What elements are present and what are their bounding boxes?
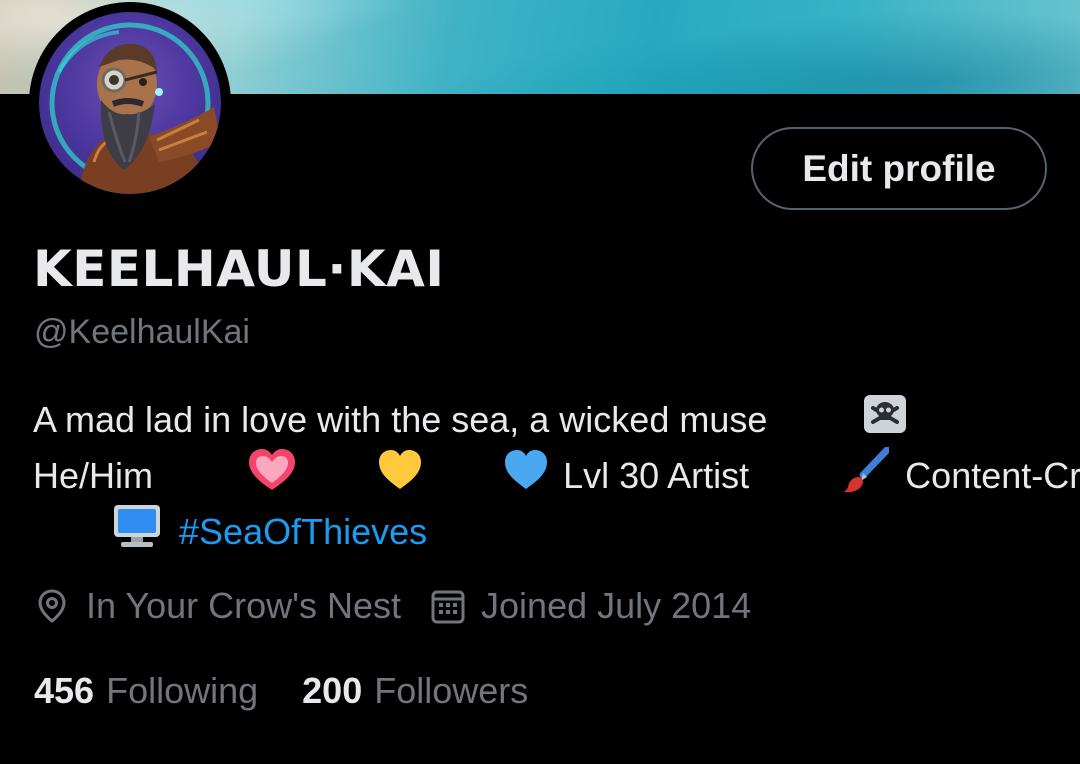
banner-deep-water — [620, 10, 1080, 94]
profile-page: Edit profile KEELHAUL·KAI @KeelhaulKai A… — [0, 0, 1080, 764]
following-label: Following — [106, 670, 259, 711]
bio-role: Content-Creator — [905, 455, 1080, 496]
followers-link[interactable]: 200 Followers — [302, 670, 528, 712]
following-count: 456 — [34, 670, 95, 711]
user-handle: @KeelhaulKai — [34, 313, 250, 351]
bio-level: Lvl 30 Artist — [563, 455, 750, 496]
joined-item: Joined July 2014 — [431, 585, 751, 627]
location-text: In Your Crow's Nest — [86, 585, 402, 626]
location-pin-icon — [34, 588, 70, 624]
display-name: KEELHAUL·KAI — [33, 240, 445, 298]
avatar[interactable] — [39, 12, 221, 194]
follow-stats: 456 Following 200 Followers — [34, 670, 572, 712]
location-item: In Your Crow's Nest — [34, 585, 401, 627]
blue-heart-icon — [423, 399, 549, 554]
following-link[interactable]: 456 Following — [34, 670, 258, 712]
calendar-icon — [431, 588, 465, 624]
paintbrush-icon — [763, 397, 891, 556]
profile-bio: A mad lad in love with the sea, a wicked… — [33, 392, 1080, 560]
followers-label: Followers — [374, 670, 529, 711]
joined-text: Joined July 2014 — [481, 585, 752, 626]
followers-count: 200 — [302, 670, 363, 711]
profile-meta: In Your Crow's Nest Joined July 2014 — [34, 585, 781, 627]
edit-profile-button[interactable]: Edit profile — [751, 127, 1047, 210]
pirate-avatar-illustration — [49, 22, 221, 194]
hashtag-link[interactable]: #SeaOfThieves — [179, 507, 427, 557]
